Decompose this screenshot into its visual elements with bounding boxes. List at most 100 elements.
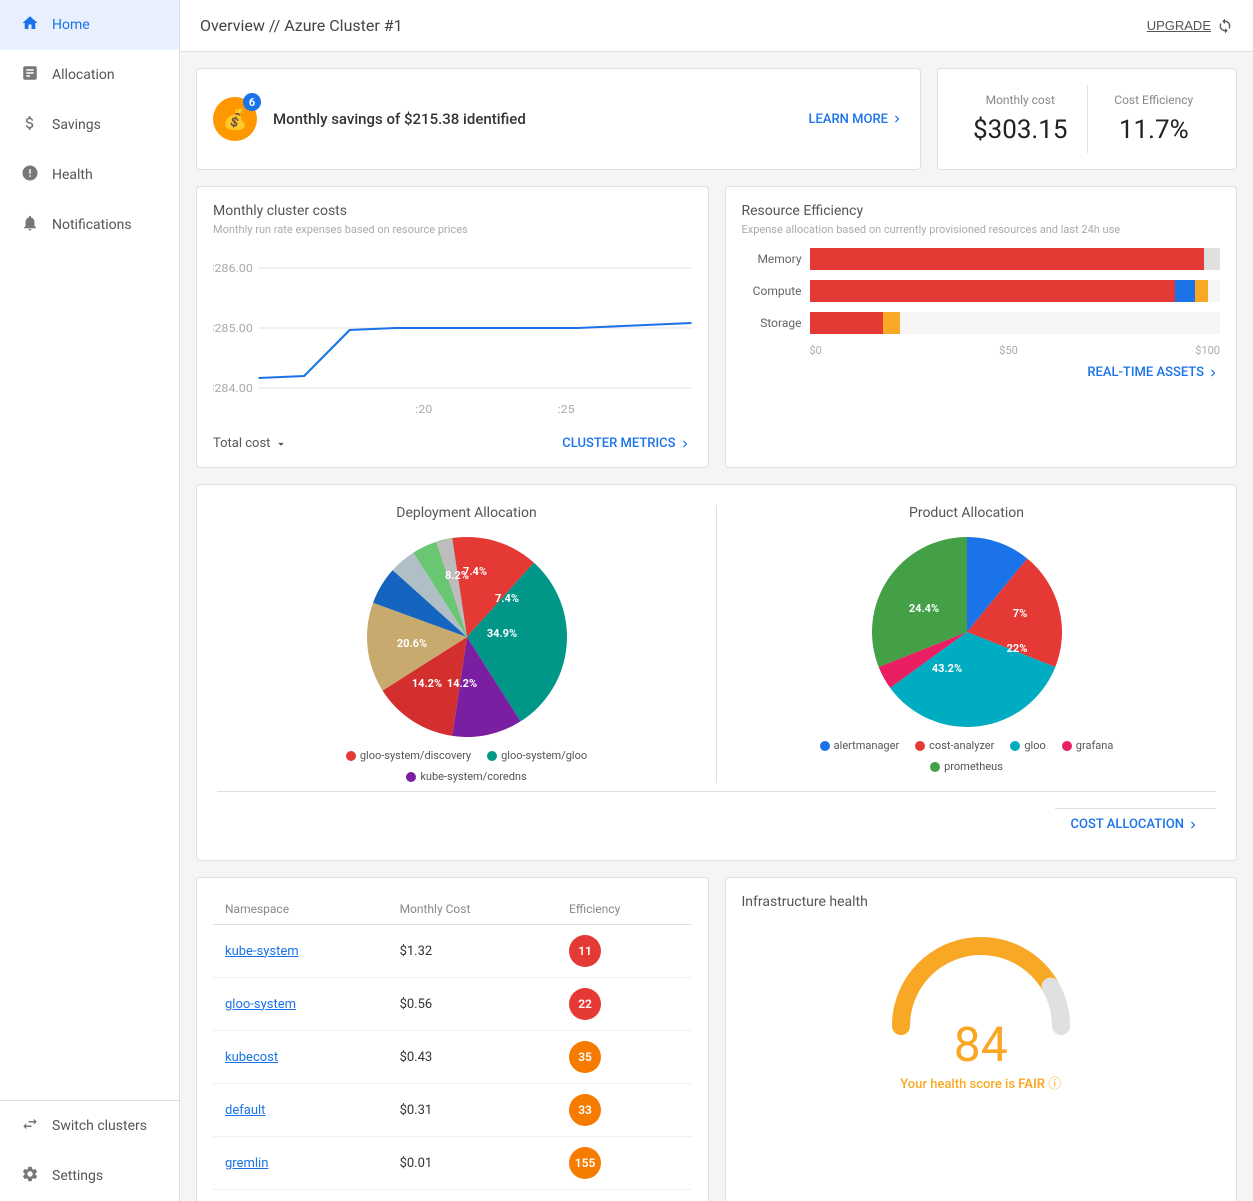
learn-more-link[interactable]: LEARN MORE [809,112,904,127]
efficiency-badge: 33 [569,1094,601,1126]
namespace-link[interactable]: kube-system [225,944,299,959]
efficiency-badge: 11 [569,935,601,967]
monthly-cost-cell: $0.43 [388,1031,557,1084]
compute-label: Compute [742,284,802,298]
cost-efficiency-value: 11.7% [1104,115,1205,145]
bottom-row: Namespace Monthly Cost Efficiency kube-s… [196,877,1237,1201]
sidebar-item-home-label: Home [52,17,90,33]
line-chart: $286.00 $285.00 $284.00 :20 :25 [213,248,692,428]
svg-text:7.4%: 7.4% [463,565,487,578]
monthly-cost-cell: $1.32 [388,925,557,978]
deployment-legend: gloo-system/discovery gloo-system/gloo k… [317,749,617,783]
sidebar-item-home[interactable]: Home [0,0,179,50]
gauge-area: 84 Your health score is FAIR ⓘ [742,926,1221,1092]
monthly-cost-col-header: Monthly Cost [388,894,557,925]
namespace-link[interactable]: gremlin [225,1156,268,1171]
health-score: 84 [954,1016,1008,1073]
sidebar-item-settings[interactable]: Settings [0,1151,179,1201]
real-time-assets-link[interactable]: REAL-TIME ASSETS [742,365,1221,380]
monthly-cost-cell: $0.01 [388,1137,557,1190]
sidebar-item-health[interactable]: Health [0,150,179,200]
efficiency-col-header: Efficiency [557,894,691,925]
efficiency-badge: 22 [569,988,601,1020]
sidebar-item-health-label: Health [52,167,93,183]
efficiency-cell: 11 [557,925,691,978]
health-icon [20,164,40,186]
sidebar-item-notifications-label: Notifications [52,217,132,233]
upgrade-button[interactable]: UPGRADE [1147,18,1233,34]
chart-footer: Total cost CLUSTER METRICS [213,436,692,451]
svg-text::20: :20 [415,403,432,416]
monthly-cost-metric: Monthly cost $303.15 [954,85,1087,153]
sidebar-item-switch-clusters[interactable]: Switch clusters [0,1101,179,1151]
savings-banner-card: 💰 6 Monthly savings of $215.38 identifie… [196,68,921,170]
efficiency-cell: 33 [557,1084,691,1137]
health-label: Your health score is FAIR ⓘ [900,1073,1061,1092]
legend-item-alertmanager: alertmanager [820,739,900,752]
legend-item-grafana: grafana [1062,739,1114,752]
sidebar-item-savings[interactable]: Savings [0,100,179,150]
namespace-table: Namespace Monthly Cost Efficiency kube-s… [213,894,692,1190]
savings-badge: 6 [243,93,261,111]
deployment-allocation-title: Deployment Allocation [396,505,536,521]
namespace-card: Namespace Monthly Cost Efficiency kube-s… [196,877,709,1201]
monthly-cost-cell: $0.31 [388,1084,557,1137]
monthly-cost-cell: $0.56 [388,978,557,1031]
cluster-metrics-link[interactable]: CLUSTER METRICS [562,436,691,451]
allocation-row: Deployment Allocation [217,505,1216,783]
table-row: gloo-system $0.56 22 [213,978,692,1031]
efficiency-badge: 35 [569,1041,601,1073]
namespace-link[interactable]: default [225,1103,265,1118]
switch-icon [20,1115,40,1137]
monthly-cost-label: Monthly cost [970,93,1071,107]
memory-bar-row: Memory [742,248,1221,270]
top-row: 💰 6 Monthly savings of $215.38 identifie… [196,68,1237,170]
infrastructure-health-card: Infrastructure health 84 Your health sco… [725,877,1238,1201]
svg-text:$284.00: $284.00 [213,382,253,395]
efficiency-cell: 35 [557,1031,691,1084]
legend-item-prometheus: prometheus [930,760,1003,773]
page-header: Overview // Azure Cluster #1 UPGRADE [180,0,1253,52]
efficiency-cell: 22 [557,978,691,1031]
home-icon [20,14,40,36]
table-row: kube-system $1.32 11 [213,925,692,978]
savings-text: Monthly savings of $215.38 identified [273,110,793,128]
storage-label: Storage [742,316,802,330]
health-card-title: Infrastructure health [742,894,1221,910]
sidebar-item-switch-clusters-label: Switch clusters [52,1118,147,1134]
sidebar-bottom: Switch clusters Settings [0,1100,179,1201]
namespace-col-header: Namespace [213,894,388,925]
legend-item-coredns: kube-system/coredns [406,770,526,783]
cost-efficiency-label: Cost Efficiency [1104,93,1205,107]
cost-efficiency-metric: Cost Efficiency 11.7% [1087,85,1221,153]
total-cost-label[interactable]: Total cost [213,436,288,451]
allocation-card: Deployment Allocation [196,484,1237,861]
dollar-icon [20,114,40,136]
sidebar-item-notifications[interactable]: Notifications [0,200,179,250]
bar-chart: Memory Compute [742,248,1221,357]
table-row: default $0.31 33 [213,1084,692,1137]
gear-icon [20,1165,40,1187]
svg-text:14.2%: 14.2% [411,677,441,690]
savings-icon-wrapper: 💰 6 [213,97,257,141]
product-pie: 7% 22% 43.2% 24.4% [872,537,1062,727]
namespace-link[interactable]: kubecost [225,1050,278,1065]
svg-text:14.2%: 14.2% [446,677,476,690]
storage-bar-track [810,312,1221,334]
sidebar-item-allocation[interactable]: Allocation [0,50,179,100]
cost-allocation-link[interactable]: COST ALLOCATION [1055,808,1216,840]
line-chart-svg: $286.00 $285.00 $284.00 :20 :25 [213,248,692,428]
resource-efficiency-subtitle: Expense allocation based on currently pr… [742,223,1221,236]
sidebar-item-allocation-label: Allocation [52,67,115,83]
svg-text:22%: 22% [1006,642,1027,655]
svg-text:$285.00: $285.00 [213,322,253,335]
monthly-costs-title: Monthly cluster costs [213,203,692,219]
product-legend: alertmanager cost-analyzer gloo gra [817,739,1117,773]
memory-bar-track [810,248,1221,270]
svg-text:34.9%: 34.9% [486,627,516,640]
svg-text:$286.00: $286.00 [213,262,253,275]
namespace-link[interactable]: gloo-system [225,997,296,1012]
deployment-allocation: Deployment Allocation [217,505,716,783]
bell-icon [20,214,40,236]
efficiency-cell: 155 [557,1137,691,1190]
